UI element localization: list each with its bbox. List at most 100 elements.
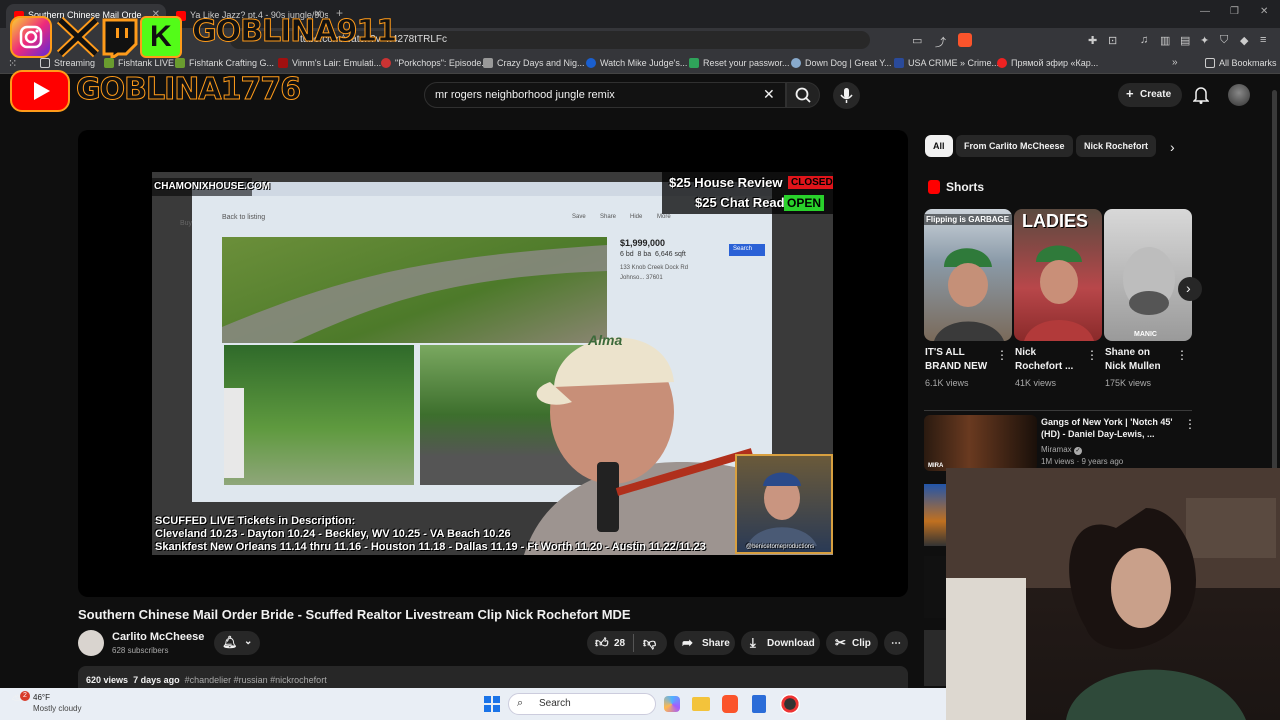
short-overlay-3: MANIC [1134, 331, 1157, 338]
channel-avatar[interactable] [78, 630, 104, 656]
notepad-icon[interactable] [752, 695, 766, 713]
copilot-icon[interactable] [664, 696, 680, 712]
extensions-icon[interactable]: ✚ [1088, 34, 1097, 47]
bookmark-streaming[interactable]: Streaming [40, 58, 95, 68]
obs-icon[interactable] [780, 694, 800, 714]
channel-name[interactable]: Carlito McCheese [112, 631, 204, 643]
rec-thumb-partial-2[interactable] [924, 556, 946, 618]
chip-all[interactable]: All [925, 135, 953, 157]
windows-start-icon[interactable] [484, 696, 500, 717]
short-thumb-3[interactable]: MANIC [1104, 209, 1192, 341]
search-button[interactable] [786, 82, 820, 108]
tickets-line-2: Cleveland 10.23 - Dayton 10.24 - Beckley… [155, 528, 511, 540]
youtube-logo-icon [10, 70, 70, 112]
voice-search-button[interactable] [833, 82, 860, 109]
rec-video-title[interactable]: Gangs of New York | 'Notch 45' (HD) - Da… [1041, 416, 1177, 440]
window-close-icon[interactable]: ✕ [1260, 6, 1268, 17]
bookmark-reset-password[interactable]: Reset your passwor... [689, 58, 790, 68]
short-thumb-2[interactable]: LADIES [1014, 209, 1102, 341]
menu-icon[interactable]: ≡ [1260, 34, 1266, 46]
more-actions-button[interactable]: ⋯ [884, 631, 908, 655]
download-button[interactable]: ⤓ Download [741, 631, 820, 655]
restore-icon[interactable]: ❐ [1230, 6, 1239, 17]
site-label: CHAMONIXHOUSE.COM [154, 181, 271, 192]
bookmark-crazy-days[interactable]: Crazy Days and Nig... [483, 58, 585, 68]
media-icon[interactable]: ♫ [1140, 34, 1148, 46]
bookmark-live-stream[interactable]: Прямой эфир «Кар... [997, 58, 1098, 68]
bell-icon: 🔔︎ [222, 635, 238, 649]
bookmark-fishtank-crafting[interactable]: Fishtank Crafting G... [175, 58, 274, 68]
chevron-right-icon[interactable]: › [1170, 139, 1175, 155]
bookmark-porkchops[interactable]: "Porkchops": Episode... [381, 58, 489, 68]
rec-thumb-partial-1[interactable] [924, 484, 946, 546]
sidebar-icon[interactable]: ▥ [1160, 34, 1170, 47]
brave-shield-icon[interactable] [958, 33, 972, 47]
bookmark-mike-judge[interactable]: Watch Mike Judge's... [586, 58, 687, 68]
notifications-icon[interactable] [1192, 86, 1210, 109]
minimize-icon[interactable]: — [1200, 6, 1210, 17]
shorts-heading: Shorts [946, 180, 985, 194]
leo-icon[interactable]: ✦ [1200, 34, 1209, 47]
page-scrollbar[interactable] [1272, 90, 1277, 490]
bookmark-usa-crime[interactable]: USA CRIME » Crime... [894, 58, 999, 68]
short-more-icon-3[interactable]: ⋮ [1176, 348, 1188, 362]
brave-browser-icon[interactable] [722, 695, 738, 713]
create-button[interactable]: + Create [1118, 83, 1182, 107]
rewards-icon[interactable]: ◆ [1240, 34, 1248, 47]
vpn-icon[interactable]: ⛉ [1220, 34, 1228, 47]
short-more-icon-2[interactable]: ⋮ [1086, 348, 1098, 362]
search-icon [795, 87, 811, 103]
rec-more-icon[interactable]: ⋮ [1184, 417, 1196, 431]
apps-icon[interactable]: ⁙ [8, 57, 17, 70]
shorts-icon [928, 180, 940, 194]
all-bookmarks[interactable]: All Bookmarks [1205, 58, 1277, 68]
search-tag: Search [729, 244, 765, 256]
rec-thumb-partial-3[interactable] [924, 630, 946, 686]
share-button[interactable]: ➦ Share [674, 631, 735, 655]
microphone-icon [840, 88, 853, 103]
short-views-1: 6.1K views [925, 378, 969, 388]
taskbar-search[interactable]: ⌕ Search [508, 693, 656, 715]
more-bookmarks-icon[interactable]: » [1172, 57, 1178, 68]
like-button[interactable]: 👍︎ [595, 635, 609, 651]
dislike-button[interactable]: 👎︎ [643, 635, 656, 651]
clip-button[interactable]: ✂ Clip [826, 631, 878, 655]
chip-nick-rochefort[interactable]: Nick Rochefort [1076, 135, 1157, 157]
bookmark-down-dog[interactable]: Down Dog | Great Y... [791, 58, 892, 68]
create-label: Create [1140, 89, 1172, 100]
house-review-status: CLOSED [788, 176, 833, 189]
wallet-icon[interactable]: ▤ [1180, 34, 1190, 47]
short-title-1[interactable]: IT'S ALL BRAND NEW [925, 346, 987, 374]
rec-video-thumb[interactable]: MIRA [924, 415, 1037, 471]
clear-search-icon[interactable]: ✕ [763, 86, 775, 103]
listing-hide: Hide [630, 214, 643, 220]
listing-more: More [657, 214, 671, 220]
notification-bell-button[interactable]: 🔔︎ ⌄ [214, 631, 260, 655]
upload-age: 7 days ago [133, 675, 180, 685]
plus-icon: + [1126, 86, 1134, 101]
chip-from-channel[interactable]: From Carlito McCheese [956, 135, 1073, 157]
bookmark-vimms-lair[interactable]: Vimm's Lair: Emulati... [278, 58, 381, 68]
download-label: Download [767, 638, 815, 649]
short-title-2[interactable]: Nick Rochefort ... [1015, 346, 1073, 374]
bookmarks-bar: ⁙ Streaming Fishtank LIVE Fishtank Craft… [0, 52, 1280, 74]
twitch-icon [98, 16, 140, 61]
streamer-webcam [946, 468, 1280, 720]
short-thumb-1[interactable]: Flipping is GARBAGE [924, 209, 1012, 341]
listing-photo-yard [224, 345, 414, 485]
file-explorer-icon[interactable] [692, 697, 710, 711]
hat-text: Alma [588, 332, 623, 348]
search-query: mr rogers neighborhood jungle remix [435, 89, 615, 101]
share-page-icon[interactable]: ⤴ [935, 34, 946, 50]
clip-label: Clip [852, 638, 871, 649]
hashtags[interactable]: #chandelier #russian #nickrochefort [185, 675, 327, 685]
avatar[interactable] [1228, 84, 1250, 106]
temperature: 46°F [33, 693, 50, 702]
install-icon[interactable]: ▭ [912, 34, 922, 47]
bookmark-fishtank-live[interactable]: Fishtank LIVE [104, 58, 174, 68]
shorts-next-button[interactable]: › [1178, 277, 1202, 301]
short-title-3[interactable]: Shane on Nick Mullen [1105, 346, 1161, 374]
search-input[interactable]: mr rogers neighborhood jungle remix [424, 82, 786, 108]
screenshot-icon[interactable]: ⊡ [1108, 34, 1117, 47]
short-more-icon-1[interactable]: ⋮ [996, 348, 1008, 362]
